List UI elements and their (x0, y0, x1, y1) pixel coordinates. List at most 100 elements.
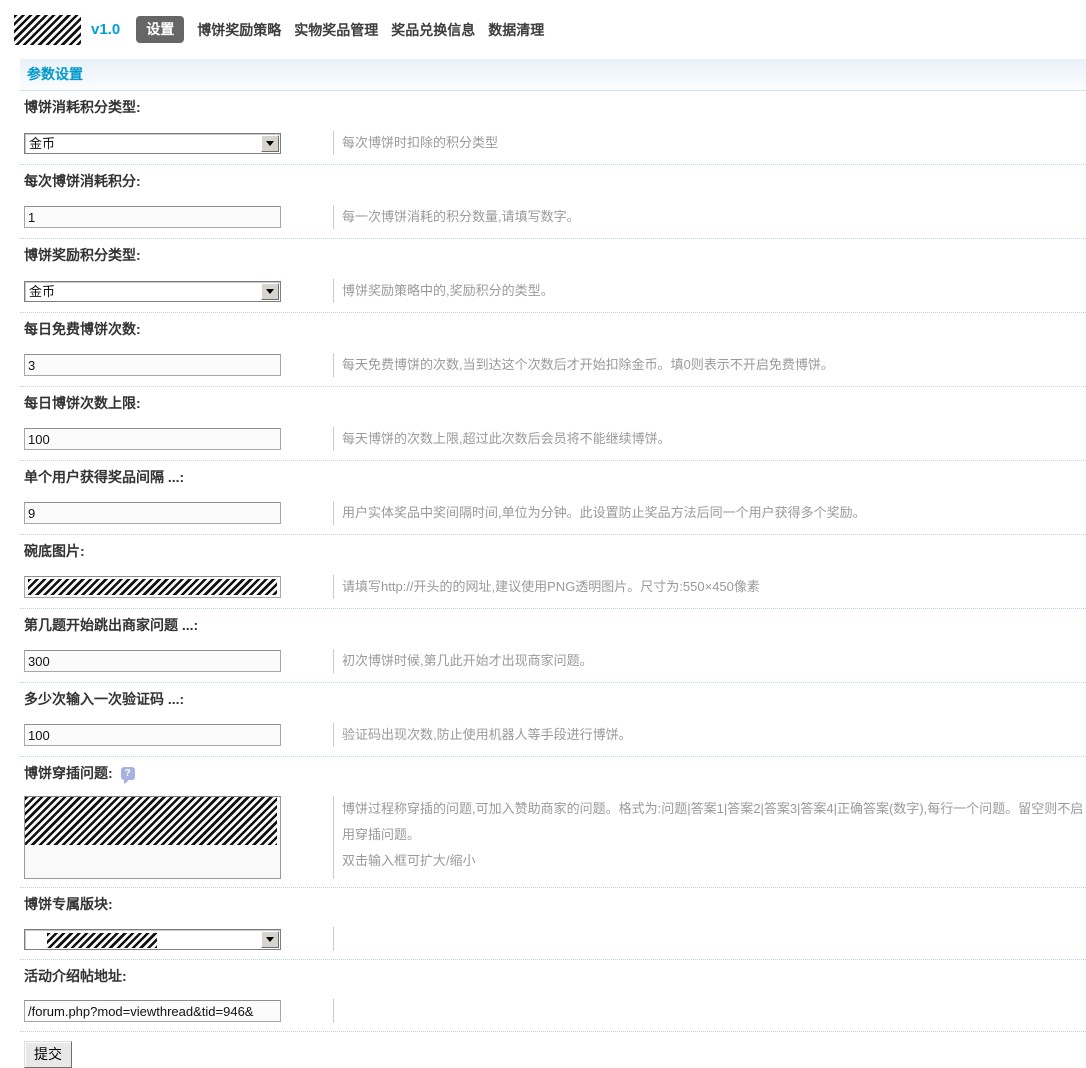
form-row-prize-win-interval: 单个用户获得奖品间隔 ...: 用户实体奖品中奖间隔时间,单位为分钟。此设置防止奖… (20, 461, 1086, 535)
captcha-frequency-body: 验证码出现次数,防止使用机器人等手段进行博饼。 (24, 722, 1086, 748)
form-row-bowl-image-url: 碗底图片: 请填写http://开头的的网址,建议使用PNG透明图片。尺寸为:55… (20, 535, 1086, 609)
logo-redacted (14, 14, 81, 45)
tab-2[interactable]: 实物奖品管理 (294, 20, 378, 40)
prize-win-interval-description-text: 用户实体奖品中奖间隔时间,单位为分钟。此设置防止奖品方法后同一个用户获得多个奖励… (342, 505, 866, 520)
form-row-exclusive-forum: 博饼专属版块: (20, 888, 1086, 960)
exclusive-forum-select-value (25, 930, 261, 949)
header: v1.0 设置 博饼奖励策略 实物奖品管理 奖品兑换信息 数据清理 (0, 0, 1086, 50)
max-plays-per-day-control-cell (24, 427, 334, 451)
chevron-down-icon (266, 937, 274, 946)
reward-credit-type-select[interactable]: 金币 (24, 280, 281, 302)
form-row-consume-credits-per-play: 每次博饼消耗积分: 每一次博饼消耗的积分数量,请填写数字。 (20, 165, 1086, 239)
dropdown-button[interactable] (261, 134, 279, 152)
consume-credits-per-play-label: 每次博饼消耗积分: (24, 172, 1086, 190)
inserted-questions-description: 博饼过程称穿插的问题,可加入赞助商家的问题。格式为:问题|答案1|答案2|答案3… (334, 796, 1086, 874)
free-plays-per-day-control-cell (24, 353, 334, 377)
consume-credit-type-label-text: 博饼消耗积分类型: (24, 99, 141, 115)
max-plays-per-day-label: 每日博饼次数上限: (24, 394, 1086, 412)
consume-credit-type-select-value: 金币 (29, 135, 56, 151)
merchant-question-start-label-text: 第几题开始跳出商家问题 ...: (24, 617, 199, 633)
prize-win-interval-input[interactable] (24, 502, 281, 524)
merchant-question-start-control-cell (24, 649, 334, 673)
chevron-down-icon (266, 289, 274, 298)
consume-credit-type-description: 每次博饼时扣除的积分类型 (334, 130, 1086, 156)
inserted-questions-body: 博饼过程称穿插的问题,可加入赞助商家的问题。格式为:问题|答案1|答案2|答案3… (24, 796, 1086, 879)
consume-credits-per-play-input[interactable] (24, 206, 281, 228)
inserted-questions-label-text: 博饼穿插问题: (24, 765, 113, 781)
bowl-image-url-redacted-value (28, 579, 277, 595)
section-header: 参数设置 (20, 59, 1086, 91)
inserted-questions-description-text: 博饼过程称穿插的问题,可加入赞助商家的问题。格式为:问题|答案1|答案2|答案3… (342, 801, 1084, 842)
captcha-frequency-description: 验证码出现次数,防止使用机器人等手段进行博饼。 (334, 722, 1086, 748)
form-row-intro-thread-url: 活动介绍帖地址: (20, 960, 1086, 1032)
inserted-questions-textarea[interactable] (24, 796, 281, 879)
consume-credit-type-control-cell: 金币 (24, 131, 334, 155)
intro-thread-url-input[interactable] (24, 1000, 281, 1022)
exclusive-forum-body (24, 927, 1086, 951)
consume-credit-type-body: 金币 每次博饼时扣除的积分类型 (24, 130, 1086, 156)
exclusive-forum-select[interactable] (24, 928, 281, 950)
dropdown-button[interactable] (261, 930, 279, 948)
inserted-questions-label: 博饼穿插问题:? (24, 764, 1086, 784)
bowl-image-url-description-text: 请填写http://开头的的网址,建议使用PNG透明图片。尺寸为:550×450… (342, 579, 760, 594)
merchant-question-start-description: 初次博饼时候,第几此开始才出现商家问题。 (334, 648, 1086, 674)
max-plays-per-day-input[interactable] (24, 428, 281, 450)
bowl-image-url-label-text: 碗底图片: (24, 543, 85, 559)
consume-credit-type-label: 博饼消耗积分类型: (24, 98, 1086, 116)
tab-3[interactable]: 奖品兑换信息 (391, 20, 475, 40)
dropdown-button[interactable] (261, 282, 279, 300)
reward-credit-type-label: 博饼奖励积分类型: (24, 246, 1086, 264)
reward-credit-type-description-text: 博饼奖励策略中的,奖励积分的类型。 (342, 283, 554, 298)
section-title: 参数设置 (27, 66, 83, 82)
form-row-free-plays-per-day: 每日免费博饼次数: 每天免费博饼的次数,当到达这个次数后才开始扣除金币。填0则表示… (20, 313, 1086, 387)
captcha-frequency-control-cell (24, 723, 334, 747)
inserted-questions-redacted-value (25, 797, 277, 845)
max-plays-per-day-label-text: 每日博饼次数上限: (24, 395, 141, 411)
free-plays-per-day-label-text: 每日免费博饼次数: (24, 321, 141, 337)
free-plays-per-day-body: 每天免费博饼的次数,当到达这个次数后才开始扣除金币。填0则表示不开启免费博饼。 (24, 352, 1086, 378)
form-row-consume-credit-type: 博饼消耗积分类型: 金币 每次博饼时扣除的积分类型 (20, 91, 1086, 165)
tab-1[interactable]: 博饼奖励策略 (197, 20, 281, 40)
settings-form: 博饼消耗积分类型: 金币 每次博饼时扣除的积分类型每次博饼消耗积分: 每一次博饼消耗的… (20, 91, 1086, 1068)
captcha-frequency-label: 多少次输入一次验证码 ...: (24, 690, 1086, 708)
inserted-questions-control-cell (24, 796, 334, 879)
version-label: v1.0 (91, 21, 121, 38)
tab-4[interactable]: 数据清理 (488, 20, 544, 40)
exclusive-forum-redacted-value (47, 932, 157, 948)
free-plays-per-day-input[interactable] (24, 354, 281, 376)
reward-credit-type-control-cell: 金币 (24, 279, 334, 303)
consume-credit-type-select[interactable]: 金币 (24, 132, 281, 154)
prize-win-interval-body: 用户实体奖品中奖间隔时间,单位为分钟。此设置防止奖品方法后同一个用户获得多个奖励… (24, 500, 1086, 526)
exclusive-forum-control-cell (24, 927, 334, 951)
intro-thread-url-label-text: 活动介绍帖地址: (24, 968, 127, 984)
tab-0[interactable]: 设置 (136, 16, 185, 43)
prize-win-interval-label: 单个用户获得奖品间隔 ...: (24, 468, 1086, 486)
captcha-frequency-label-text: 多少次输入一次验证码 ...: (24, 691, 185, 707)
chevron-down-icon (266, 141, 274, 150)
captcha-frequency-description-text: 验证码出现次数,防止使用机器人等手段进行博饼。 (342, 727, 632, 742)
prize-win-interval-control-cell (24, 501, 334, 525)
consume-credits-per-play-label-text: 每次博饼消耗积分: (24, 173, 141, 189)
consume-credits-per-play-description-text: 每一次博饼消耗的积分数量,请填写数字。 (342, 209, 580, 224)
form-rows: 博饼消耗积分类型: 金币 每次博饼时扣除的积分类型每次博饼消耗积分: 每一次博饼消耗的… (20, 91, 1086, 1032)
free-plays-per-day-description: 每天免费博饼的次数,当到达这个次数后才开始扣除金币。填0则表示不开启免费博饼。 (334, 352, 1086, 378)
submit-button[interactable]: 提交 (24, 1041, 72, 1068)
bowl-image-url-input[interactable] (24, 576, 281, 598)
bowl-image-url-label: 碗底图片: (24, 542, 1086, 560)
intro-thread-url-body (24, 999, 1086, 1023)
captcha-frequency-input[interactable] (24, 724, 281, 746)
submit-row: 提交 (20, 1032, 1086, 1068)
free-plays-per-day-label: 每日免费博饼次数: (24, 320, 1086, 338)
form-row-merchant-question-start: 第几题开始跳出商家问题 ...: 初次博饼时候,第几此开始才出现商家问题。 (20, 609, 1086, 683)
form-row-inserted-questions: 博饼穿插问题:? 博饼过程称穿插的问题,可加入赞助商家的问题。格式为:问题|答案1… (20, 757, 1086, 888)
intro-thread-url-label: 活动介绍帖地址: (24, 967, 1086, 985)
reward-credit-type-label-text: 博饼奖励积分类型: (24, 247, 141, 263)
consume-credit-type-description-text: 每次博饼时扣除的积分类型 (342, 135, 499, 150)
max-plays-per-day-body: 每天博饼的次数上限,超过此次数后会员将不能继续博饼。 (24, 426, 1086, 452)
merchant-question-start-description-text: 初次博饼时候,第几此开始才出现商家问题。 (342, 653, 593, 668)
merchant-question-start-label: 第几题开始跳出商家问题 ...: (24, 616, 1086, 634)
prize-win-interval-label-text: 单个用户获得奖品间隔 ...: (24, 469, 185, 485)
help-icon[interactable]: ? (120, 767, 135, 784)
merchant-question-start-input[interactable] (24, 650, 281, 672)
bowl-image-url-control-cell (24, 575, 334, 599)
